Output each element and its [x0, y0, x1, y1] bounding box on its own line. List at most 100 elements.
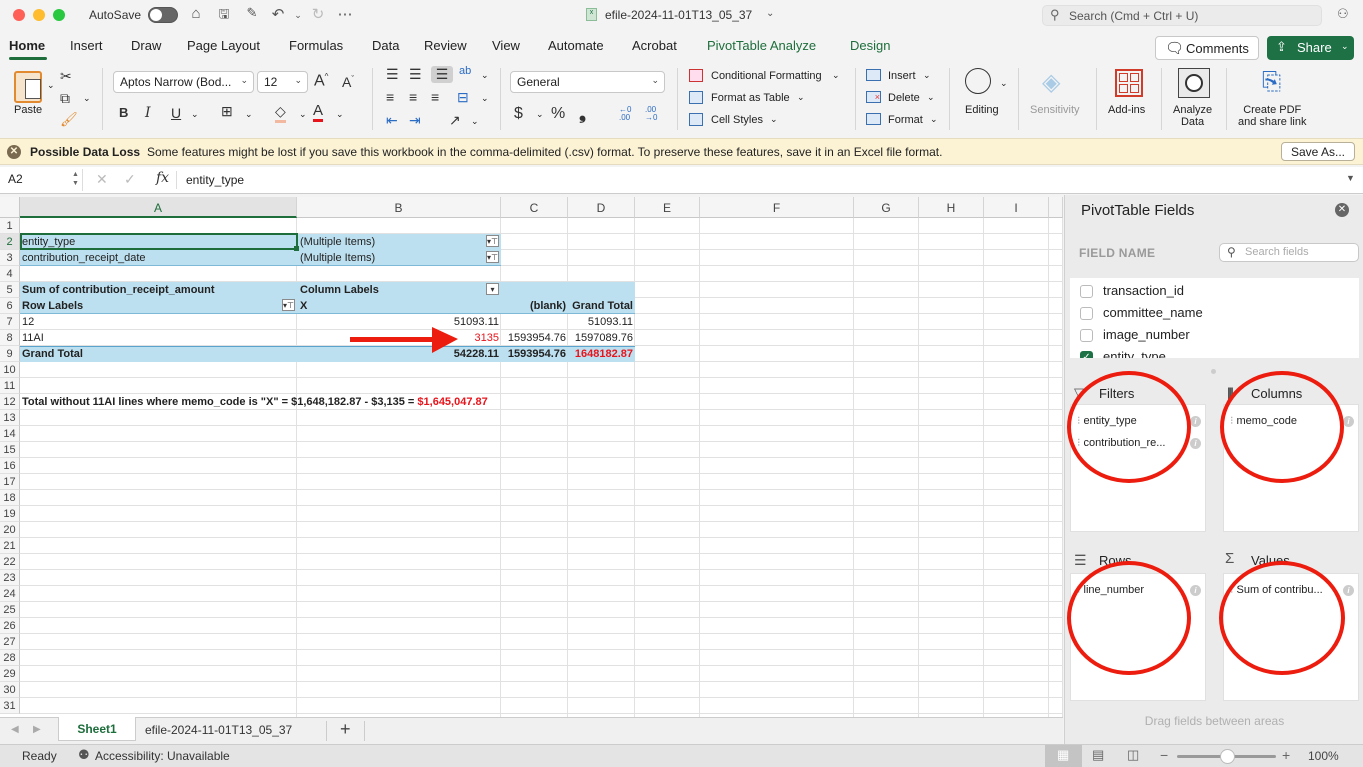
share-button[interactable]: ⇪ Share ⌄ — [1267, 36, 1354, 60]
filter2-dropdown-icon[interactable]: ▾⊤ — [486, 251, 499, 263]
tab-home[interactable]: Home — [9, 38, 45, 53]
tab-page-layout[interactable]: Page Layout — [187, 38, 260, 53]
merge-dropdown-icon[interactable]: ⌄ — [481, 93, 489, 104]
chevron-down-icon[interactable]: ⌄ — [923, 70, 931, 81]
checkbox-checked[interactable]: ✓ — [1080, 351, 1093, 358]
sheet-tab-sheet1[interactable]: Sheet1 — [58, 717, 136, 741]
row-header-3[interactable]: 3 — [0, 250, 20, 266]
add-sheet-button[interactable]: + — [340, 719, 351, 740]
format-as-table-button[interactable]: Format as Table — [711, 92, 790, 104]
orientation-dropdown-icon[interactable]: ⌄ — [471, 116, 479, 127]
row-header-30[interactable]: 30 — [0, 682, 20, 698]
accessibility-status[interactable]: Accessibility: Unavailable — [95, 749, 230, 763]
document-title[interactable]: efile-2024-11-01T13_05_37 — [605, 8, 752, 22]
cancel-formula-icon[interactable]: ✕ — [96, 171, 108, 188]
row-header-13[interactable]: 13 — [0, 410, 20, 426]
zoom-in-button[interactable]: + — [1282, 747, 1290, 763]
insert-cells-button[interactable]: Insert — [888, 70, 916, 82]
tab-data[interactable]: Data — [372, 38, 399, 53]
sheet-tab-efile[interactable]: efile-2024-11-01T13_05_37 — [145, 723, 292, 737]
search-fields-input[interactable]: ⚲ Search fields — [1219, 243, 1359, 262]
align-top-icon[interactable]: ☰ — [386, 66, 399, 83]
add-ins-button[interactable]: Add-ins — [1108, 104, 1145, 116]
column-header-x[interactable]: X — [298, 298, 309, 314]
column-header-i[interactable]: I — [984, 197, 1049, 218]
save-icon[interactable]: 🖫 — [214, 5, 234, 27]
row-labels-header[interactable]: Row Labels — [20, 298, 85, 314]
row-header-18[interactable]: 18 — [0, 490, 20, 506]
font-name-select[interactable]: Aptos Narrow (Bod... ⌄ — [113, 71, 254, 93]
pivot-filter2-label[interactable]: contribution_receipt_date — [20, 250, 148, 266]
align-middle-icon[interactable]: ☰ — [409, 66, 422, 83]
tab-design[interactable]: Design — [850, 38, 890, 53]
increase-indent-icon[interactable]: ⇥ — [409, 112, 421, 129]
tab-pivottable-analyze[interactable]: PivotTable Analyze — [707, 38, 816, 53]
grand-total-overall[interactable]: 1648182.87 — [568, 346, 635, 362]
format-painter-icon[interactable]: 🖌 — [60, 111, 78, 128]
column-header-partial[interactable] — [1049, 197, 1063, 218]
paste-dropdown-icon[interactable]: ⌄ — [47, 80, 55, 91]
row-header-17[interactable]: 17 — [0, 474, 20, 490]
checkbox[interactable] — [1080, 307, 1093, 320]
home-icon[interactable]: ⌂ — [186, 5, 206, 22]
title-chevron-icon[interactable]: ⌄ — [766, 8, 774, 19]
wrap-text-icon[interactable]: ab — [459, 65, 471, 77]
column-header-a[interactable]: A — [20, 197, 297, 218]
row-header-19[interactable]: 19 — [0, 506, 20, 522]
row-header-8[interactable]: 8 — [0, 330, 20, 346]
align-center-icon[interactable]: ≡ — [409, 89, 417, 105]
cut-icon[interactable]: ✂ — [60, 68, 72, 85]
column-labels-header[interactable]: Column Labels — [298, 282, 381, 298]
row-header-25[interactable]: 25 — [0, 602, 20, 618]
row-header-23[interactable]: 23 — [0, 570, 20, 586]
row-header-24[interactable]: 24 — [0, 586, 20, 602]
number-format-select[interactable]: General ⌄ — [510, 71, 665, 93]
columns-area[interactable]: ⁝ memo_code i — [1223, 404, 1359, 532]
copy-dropdown-icon[interactable]: ⌄ — [83, 93, 91, 104]
zoom-out-button[interactable]: − — [1160, 747, 1168, 763]
row-header-21[interactable]: 21 — [0, 538, 20, 554]
search-input[interactable]: ⚲ Search (Cmd + Ctrl + U) — [1042, 5, 1322, 26]
undo-icon[interactable]: ↶ — [268, 5, 288, 23]
column-header-f[interactable]: F — [700, 197, 854, 218]
font-color-dropdown-icon[interactable]: ⌄ — [336, 109, 344, 120]
underline-dropdown-icon[interactable]: ⌄ — [191, 109, 199, 120]
comments-button[interactable]: 🗨 Comments — [1155, 36, 1259, 60]
prev-sheet-icon[interactable]: ◀ — [11, 724, 19, 735]
currency-dropdown-icon[interactable]: ⌄ — [536, 109, 544, 120]
save-as-icon[interactable]: ✎ — [242, 5, 262, 21]
collaborate-icon[interactable]: ⚇ — [1337, 6, 1349, 22]
tab-automate[interactable]: Automate — [548, 38, 604, 53]
pivot-row-label[interactable]: 12 — [20, 314, 36, 330]
currency-button[interactable]: $ — [514, 105, 523, 123]
tab-review[interactable]: Review — [424, 38, 467, 53]
insert-function-icon[interactable]: fx — [156, 170, 169, 186]
column-header-d[interactable]: D — [568, 197, 635, 218]
tab-acrobat[interactable]: Acrobat — [632, 38, 677, 53]
pane-splitter-handle[interactable] — [1211, 369, 1216, 374]
editing-button[interactable]: Editing — [965, 104, 999, 116]
chevron-down-icon[interactable]: ⌄ — [927, 92, 935, 103]
next-sheet-icon[interactable]: ▶ — [33, 724, 41, 735]
borders-dropdown-icon[interactable]: ⌄ — [245, 109, 253, 120]
formula-input[interactable]: entity_type — [186, 173, 244, 187]
decrease-decimal-icon[interactable]: .00 →0 — [645, 106, 657, 122]
row-header-11[interactable]: 11 — [0, 378, 20, 394]
fill-color-icon[interactable]: ◇ — [275, 103, 286, 123]
paste-label[interactable]: Paste — [14, 104, 42, 116]
rows-area[interactable]: ⁝ line_number i — [1070, 573, 1206, 701]
autosave-toggle[interactable] — [148, 7, 178, 23]
columns-area-item[interactable]: ⁝ memo_code i — [1230, 414, 1354, 427]
row-header-14[interactable]: 14 — [0, 426, 20, 442]
row-header-4[interactable]: 4 — [0, 266, 20, 282]
row-header-12[interactable]: 12 — [0, 394, 20, 410]
row-header-26[interactable]: 26 — [0, 618, 20, 634]
pivot-row-label[interactable]: 11AI — [20, 330, 46, 346]
row-header-29[interactable]: 29 — [0, 666, 20, 682]
save-as-button[interactable]: Save As... — [1281, 142, 1355, 161]
fill-dropdown-icon[interactable]: ⌄ — [299, 109, 307, 120]
chevron-down-icon[interactable]: ⌄ — [832, 70, 840, 81]
pivot-filter2-value[interactable]: (Multiple Items) — [298, 250, 377, 266]
pivot-cell-blank[interactable] — [501, 314, 568, 330]
column-header-g[interactable]: G — [854, 197, 919, 218]
